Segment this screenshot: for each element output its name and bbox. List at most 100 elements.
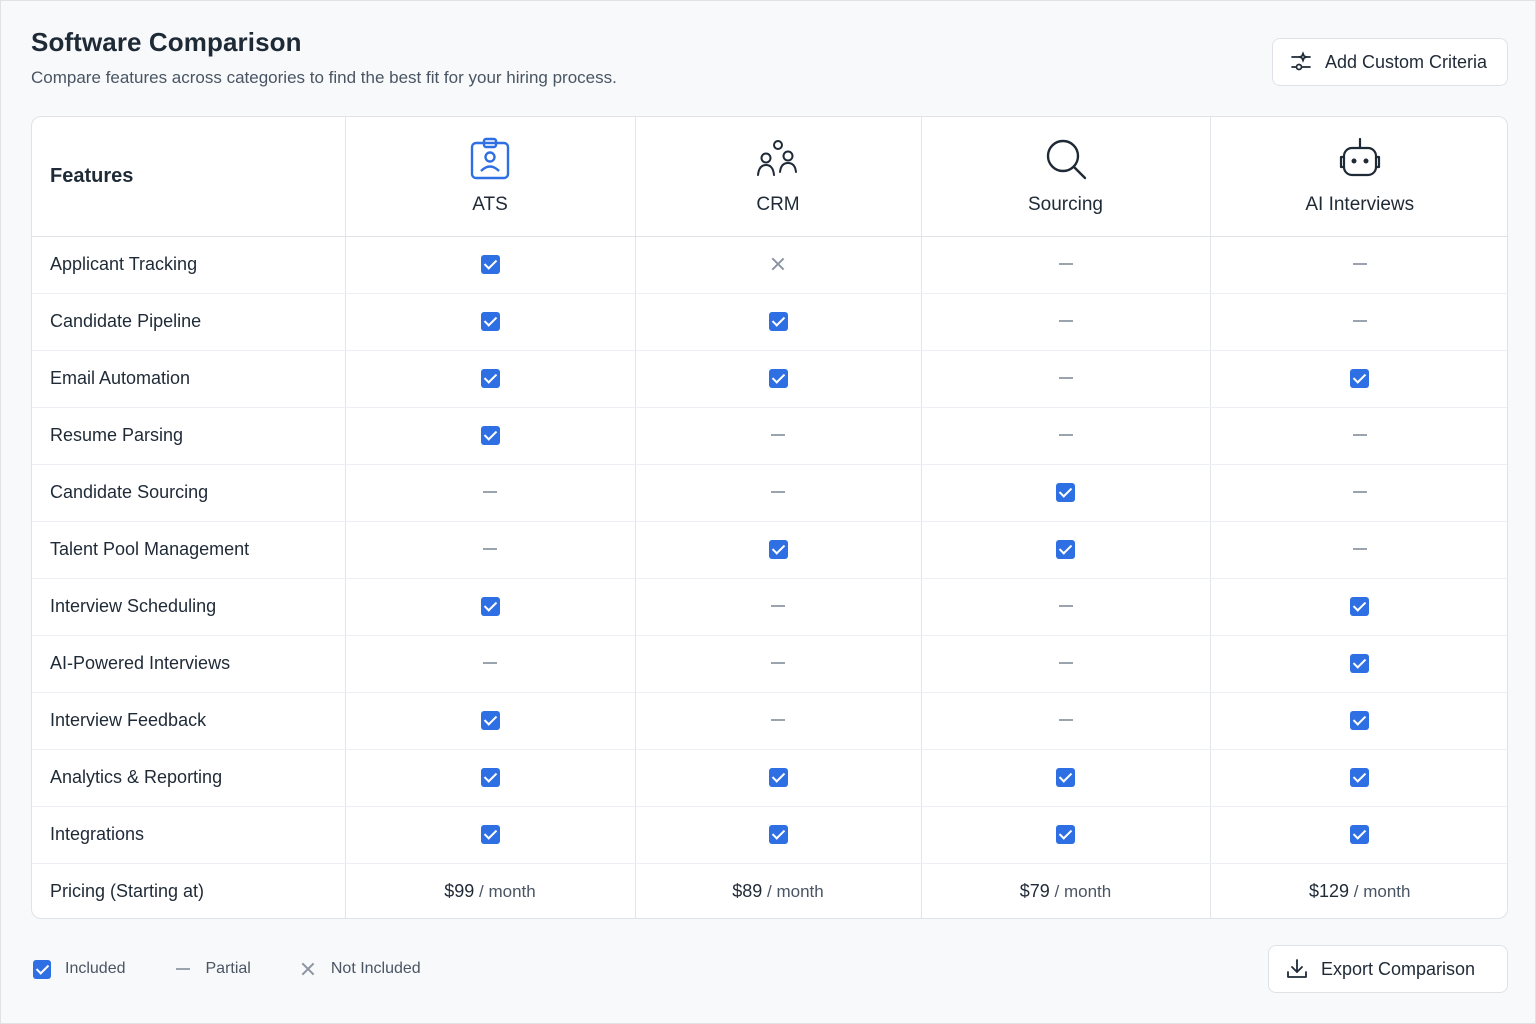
page-subtitle: Compare features across categories to fi… xyxy=(31,68,617,87)
dash-icon xyxy=(483,548,497,551)
users-icon xyxy=(755,136,801,182)
search-icon xyxy=(1043,136,1089,182)
check-icon xyxy=(480,597,500,616)
feature-name: Candidate Pipeline xyxy=(32,293,345,351)
status-cell xyxy=(1209,749,1507,807)
check-icon xyxy=(768,369,788,388)
status-cell xyxy=(1209,407,1507,465)
column-header-ats[interactable]: ATS xyxy=(344,117,635,237)
dash-icon xyxy=(1058,377,1073,380)
price-period: / month xyxy=(1353,881,1411,901)
table-row: Interview Feedback xyxy=(32,692,1507,750)
dash-icon xyxy=(175,968,190,970)
dash-icon xyxy=(1058,263,1073,266)
table-row: Candidate Pipeline xyxy=(32,293,1507,351)
legend-item-partial: Partial xyxy=(174,960,251,978)
status-cell xyxy=(344,407,635,465)
feature-name: Interview Feedback xyxy=(32,692,345,750)
table-row: Candidate Sourcing xyxy=(32,464,1507,522)
check-icon xyxy=(480,369,500,388)
table-row: Integrations xyxy=(32,806,1507,864)
price-cell: $79 / month xyxy=(920,863,1210,918)
dash-icon xyxy=(771,605,785,608)
check-icon xyxy=(480,426,500,445)
dash-icon xyxy=(1352,491,1367,494)
price-period: / month xyxy=(1054,881,1112,901)
column-label: Sourcing xyxy=(1028,194,1103,216)
status-cell xyxy=(634,350,921,408)
dash-icon xyxy=(483,662,497,665)
price-period: / month xyxy=(767,881,824,901)
column-header-sourcing[interactable]: Sourcing xyxy=(920,117,1210,237)
feature-name: Analytics & Reporting xyxy=(32,749,345,807)
price-amount: $89 xyxy=(732,880,763,901)
table-row: Resume Parsing xyxy=(32,407,1507,465)
status-cell xyxy=(920,578,1210,636)
status-cell xyxy=(1209,464,1507,522)
status-cell xyxy=(344,635,635,693)
price-amount: $99 xyxy=(444,880,475,901)
table-row: Analytics & Reporting xyxy=(32,749,1507,807)
add-custom-criteria-button[interactable]: Add Custom Criteria xyxy=(1272,38,1508,86)
status-cell xyxy=(634,236,921,294)
price-period: / month xyxy=(479,881,536,901)
dash-icon xyxy=(483,491,497,494)
dash-icon xyxy=(771,662,785,665)
status-cell xyxy=(920,407,1210,465)
check-icon xyxy=(1056,483,1075,502)
status-cell xyxy=(920,293,1210,351)
features-header: Features xyxy=(32,117,345,237)
status-cell xyxy=(1209,236,1507,294)
check-icon xyxy=(1350,369,1370,388)
feature-name: Applicant Tracking xyxy=(32,236,345,294)
status-cell xyxy=(344,293,635,351)
status-cell xyxy=(634,407,921,465)
status-cell xyxy=(344,350,635,408)
dash-icon xyxy=(1058,320,1073,323)
page-title: Software Comparison xyxy=(31,27,302,57)
export-comparison-label: Export Comparison xyxy=(1321,958,1476,979)
legend: Included Partial Not Included xyxy=(33,957,469,981)
column-header-crm[interactable]: CRM xyxy=(634,117,921,237)
robot-icon xyxy=(1337,136,1383,182)
sliders-icon xyxy=(1291,51,1311,71)
status-cell xyxy=(920,806,1210,864)
legend-item-included: Included xyxy=(33,959,126,979)
status-cell xyxy=(634,578,921,636)
status-cell xyxy=(1209,293,1507,351)
close-icon xyxy=(771,257,785,271)
feature-name: Integrations xyxy=(32,806,345,864)
price-cell: $99 / month xyxy=(344,863,635,918)
table-row: Interview Scheduling xyxy=(32,578,1507,636)
check-icon xyxy=(480,312,500,331)
check-icon xyxy=(1350,654,1370,673)
column-label: ATS xyxy=(472,194,508,216)
status-cell xyxy=(344,692,635,750)
legend-label: Not Included xyxy=(330,960,421,977)
table-body: Applicant Tracking Candidate Pipeline Emai… xyxy=(32,236,1507,918)
status-cell xyxy=(920,464,1210,522)
feature-name: Talent Pool Management xyxy=(32,521,345,579)
export-comparison-button[interactable]: Export Comparison xyxy=(1268,945,1508,993)
dash-icon xyxy=(1058,719,1073,722)
feature-name: Resume Parsing xyxy=(32,407,345,465)
close-icon xyxy=(301,962,315,976)
feature-name: AI-Powered Interviews xyxy=(32,635,345,693)
status-cell xyxy=(634,293,921,351)
price-cell: $89 / month xyxy=(634,863,921,918)
legend-label: Included xyxy=(65,960,126,977)
status-cell xyxy=(344,749,635,807)
check-icon xyxy=(768,540,788,559)
check-icon xyxy=(768,312,788,331)
status-cell xyxy=(634,749,921,807)
status-cell xyxy=(634,635,921,693)
status-cell xyxy=(1209,578,1507,636)
status-cell xyxy=(920,521,1210,579)
download-icon xyxy=(1287,959,1307,978)
dash-icon xyxy=(771,434,785,437)
dash-icon xyxy=(1058,662,1073,665)
table-row: Applicant Tracking xyxy=(32,236,1507,294)
feature-name: Candidate Sourcing xyxy=(32,464,345,522)
comparison-table: Features ATS CRM Sourcing AI Interviews … xyxy=(31,116,1508,919)
column-header-ai-interviews[interactable]: AI Interviews xyxy=(1209,117,1507,237)
